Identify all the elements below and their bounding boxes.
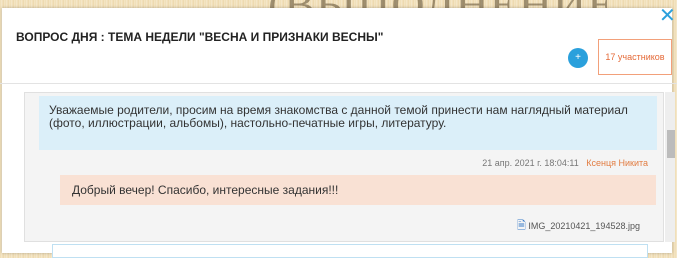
reply-bubble: Добрый вечер! Спасибо, интересные задани…	[60, 175, 656, 205]
attachment-link[interactable]: 🗎 IMG_20210421_194528.jpg	[517, 217, 640, 236]
dialog-title: ВОПРОС ДНЯ : ТЕМА НЕДЕЛИ "ВЕСНА И ПРИЗНА…	[16, 30, 384, 44]
attachment-filename[interactable]: IMG_20210421_194528.jpg	[528, 221, 640, 231]
file-icon: 🗎	[517, 220, 526, 232]
message-bubble: Уважаемые родители, просим на время знак…	[39, 96, 657, 150]
message-input[interactable]	[52, 244, 648, 258]
scrollbar-thumb[interactable]	[667, 130, 675, 158]
close-icon[interactable]: ✕	[659, 6, 676, 26]
message-timestamp: 21 апр. 2021 г. 18:04:11	[482, 158, 579, 168]
add-participant-icon[interactable]: +	[568, 48, 588, 68]
scrollbar-track[interactable]	[665, 92, 675, 242]
message-author[interactable]: Ксенця Никита	[586, 158, 648, 168]
header-divider	[0, 83, 677, 84]
message-meta: 21 апр. 2021 г. 18:04:11 Ксенця Никита	[40, 158, 648, 168]
participants-button[interactable]: 17 участников	[598, 39, 672, 75]
